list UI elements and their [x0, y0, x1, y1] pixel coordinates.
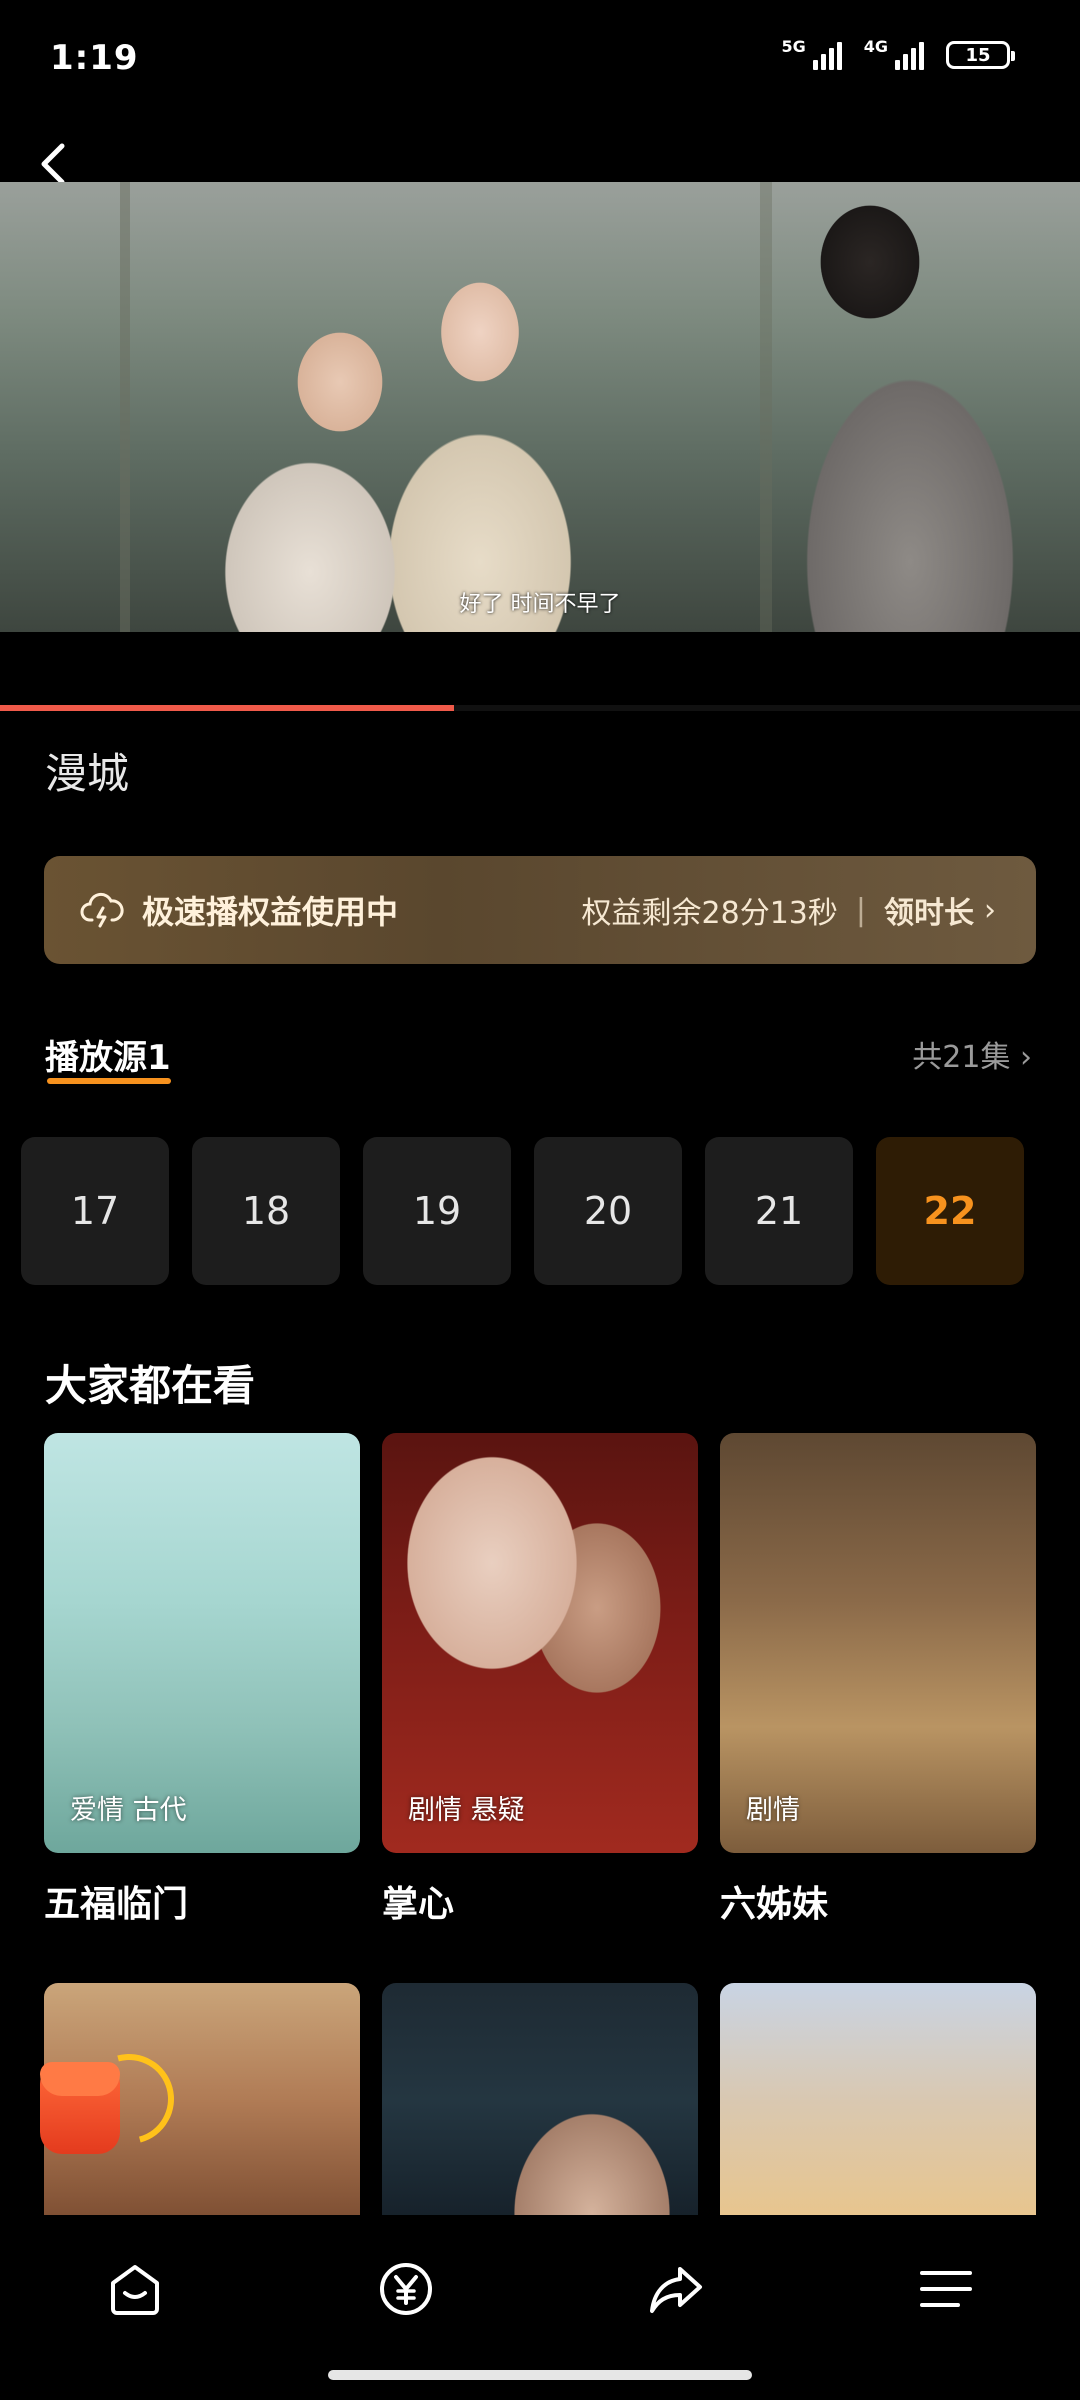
status-time: 1:19	[50, 38, 139, 78]
recommend-card[interactable]: 剧情 悬疑 掌心	[382, 1433, 698, 1927]
battery-icon: 15	[946, 41, 1015, 69]
signal-5g-icon: 5G	[781, 37, 842, 70]
chevron-right-icon: ›	[1020, 1040, 1032, 1075]
episode-button[interactable]: 20	[534, 1137, 682, 1285]
recommend-card[interactable]: 剧情 六姊妹	[720, 1433, 1036, 1927]
yuan-coin-icon[interactable]	[374, 2257, 438, 2321]
recommend-card[interactable]	[720, 1983, 1036, 2219]
show-title: 漫城	[45, 749, 130, 798]
status-bar: 1:19 5G 4G 15	[0, 0, 1080, 120]
cloud-lightning-icon	[80, 892, 124, 928]
section-title: 大家都在看	[45, 1361, 256, 1410]
episode-button[interactable]: 19	[363, 1137, 511, 1285]
episode-button[interactable]: 18	[192, 1137, 340, 1285]
episode-list: 17 18 19 20 21 22	[21, 1137, 1024, 1285]
video-progress-bar[interactable]	[0, 705, 1080, 711]
poster-tags: 剧情	[746, 1795, 800, 1826]
poster-image[interactable]: 剧情 悬疑	[382, 1433, 698, 1853]
menu-icon[interactable]	[914, 2257, 978, 2321]
episode-button[interactable]: 17	[21, 1137, 169, 1285]
red-packet-icon[interactable]	[40, 2037, 191, 2161]
home-indicator[interactable]	[328, 2370, 752, 2380]
share-icon[interactable]	[644, 2257, 708, 2321]
video-player[interactable]: 好了 时间不早了	[0, 182, 1080, 632]
speed-play-banner[interactable]: 极速播权益使用中 权益剩余28分13秒 | 领时长 ›	[44, 856, 1036, 964]
chevron-right-icon: ›	[984, 892, 996, 928]
tab-underline	[47, 1078, 171, 1084]
card-title[interactable]: 掌心	[382, 1875, 698, 1927]
poster-image[interactable]: 爱情 古代	[44, 1433, 360, 1853]
poster-tags: 剧情 悬疑	[408, 1795, 525, 1826]
signal-4g-icon: 4G	[864, 37, 924, 70]
banner-separator: |	[855, 892, 866, 928]
red-packet-flap	[40, 2062, 120, 2096]
recommend-card[interactable]	[382, 1983, 698, 2219]
video-subtitle: 好了 时间不早了	[459, 592, 621, 617]
poster-image[interactable]	[382, 1983, 698, 2219]
recommend-row-2	[44, 1983, 1036, 2219]
card-title[interactable]: 五福临门	[44, 1875, 360, 1927]
back-arrow-icon[interactable]	[32, 140, 80, 188]
claim-time-link[interactable]: 领时长	[884, 888, 974, 932]
banner-right[interactable]: 权益剩余28分13秒 | 领时长 ›	[582, 888, 996, 932]
home-icon[interactable]	[103, 2257, 167, 2321]
poster-tags: 爱情 古代	[70, 1795, 187, 1826]
status-right: 5G 4G 15	[781, 37, 1015, 70]
video-progress-fill	[0, 705, 454, 711]
recommend-row-1: 爱情 古代 五福临门 剧情 悬疑 掌心 剧情 六姊妹	[44, 1433, 1036, 1927]
banner-remaining: 权益剩余28分13秒	[581, 896, 838, 931]
recommend-card[interactable]: 爱情 古代 五福临门	[44, 1433, 360, 1927]
episode-button-active[interactable]: 22	[876, 1137, 1024, 1285]
episode-button[interactable]: 21	[705, 1137, 853, 1285]
all-episodes-link[interactable]: 共21集 ›	[912, 1032, 1032, 1076]
banner-label: 极速播权益使用中	[142, 893, 399, 931]
card-title[interactable]: 六姊妹	[720, 1875, 1036, 1927]
poster-image[interactable]: 剧情	[720, 1433, 1036, 1853]
tab-source-1[interactable]: 播放源1	[45, 1030, 171, 1079]
poster-image[interactable]	[720, 1983, 1036, 2219]
